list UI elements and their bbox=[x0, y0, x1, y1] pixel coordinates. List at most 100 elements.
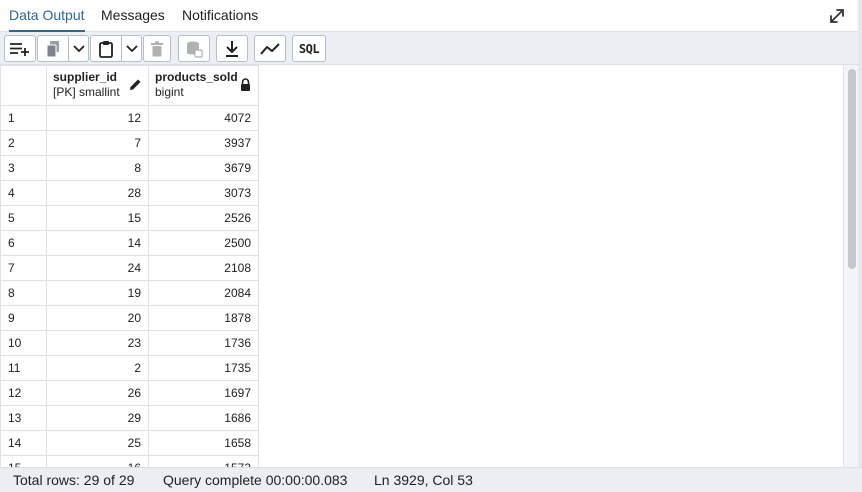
tab-messages[interactable]: Messages bbox=[101, 0, 165, 32]
column-header-supplier-id[interactable]: supplier_id [PK] smallint bbox=[46, 65, 149, 106]
supplier-id-cell[interactable]: 25 bbox=[46, 430, 149, 456]
products-sold-cell[interactable]: 1735 bbox=[148, 355, 259, 381]
products-sold-cell[interactable]: 1686 bbox=[148, 405, 259, 431]
data-toolbar: SQL bbox=[0, 32, 862, 65]
table-row[interactable]: 14 25 1658 bbox=[0, 430, 259, 456]
supplier-id-cell[interactable]: 16 bbox=[46, 455, 149, 467]
row-number-cell[interactable]: 15 bbox=[0, 455, 47, 467]
table-row[interactable]: 13 29 1686 bbox=[0, 405, 259, 431]
row-number-cell[interactable]: 6 bbox=[0, 230, 47, 256]
result-table: supplier_id [PK] smallint products_sold … bbox=[0, 65, 259, 467]
supplier-id-cell[interactable]: 7 bbox=[46, 130, 149, 156]
copy-button-group bbox=[37, 35, 89, 62]
save-data-button[interactable] bbox=[178, 35, 210, 62]
copy-button[interactable] bbox=[37, 35, 69, 62]
row-number-header[interactable] bbox=[0, 65, 47, 106]
row-number-cell[interactable]: 8 bbox=[0, 280, 47, 306]
scrollbar-thumb[interactable] bbox=[848, 69, 856, 269]
table-row[interactable]: 4 28 3073 bbox=[0, 180, 259, 206]
data-grid: supplier_id [PK] smallint products_sold … bbox=[0, 65, 843, 467]
tab-notifications[interactable]: Notifications bbox=[182, 0, 258, 32]
products-sold-cell[interactable]: 1658 bbox=[148, 430, 259, 456]
table-row[interactable]: 5 15 2526 bbox=[0, 205, 259, 231]
products-sold-cell[interactable]: 3073 bbox=[148, 180, 259, 206]
row-number-cell[interactable]: 7 bbox=[0, 255, 47, 281]
status-bar: Total rows: 29 of 29 Query complete 00:0… bbox=[0, 467, 862, 492]
supplier-id-cell[interactable]: 12 bbox=[46, 105, 149, 131]
graph-visualiser-button[interactable] bbox=[254, 35, 286, 62]
products-sold-cell[interactable]: 3679 bbox=[148, 155, 259, 181]
products-sold-cell[interactable]: 1573 bbox=[148, 455, 259, 467]
supplier-id-cell[interactable]: 8 bbox=[46, 155, 149, 181]
products-sold-cell[interactable]: 2084 bbox=[148, 280, 259, 306]
supplier-id-cell[interactable]: 24 bbox=[46, 255, 149, 281]
row-number-cell[interactable]: 11 bbox=[0, 355, 47, 381]
table-row[interactable]: 11 2 1735 bbox=[0, 355, 259, 381]
header-row: supplier_id [PK] smallint products_sold … bbox=[0, 65, 259, 106]
row-number-cell[interactable]: 14 bbox=[0, 430, 47, 456]
row-number-cell[interactable]: 2 bbox=[0, 130, 47, 156]
table-row[interactable]: 3 8 3679 bbox=[0, 155, 259, 181]
products-sold-cell[interactable]: 2108 bbox=[148, 255, 259, 281]
paste-button[interactable] bbox=[90, 35, 122, 62]
copy-options-dropdown[interactable] bbox=[69, 35, 89, 62]
products-sold-cell[interactable]: 1736 bbox=[148, 330, 259, 356]
table-body: 1 12 4072 2 7 3937 3 8 3679 4 28 3073 5 15 2526 6 14 2500… bbox=[0, 105, 259, 467]
sql-label: SQL bbox=[298, 41, 320, 56]
table-row[interactable]: 1 12 4072 bbox=[0, 105, 259, 131]
row-number-cell[interactable]: 1 bbox=[0, 105, 47, 131]
expand-icon[interactable] bbox=[828, 7, 846, 25]
chevron-down-icon bbox=[72, 44, 85, 52]
table-row[interactable]: 9 20 1878 bbox=[0, 305, 259, 331]
products-sold-cell[interactable]: 2526 bbox=[148, 205, 259, 231]
products-sold-cell[interactable]: 3937 bbox=[148, 130, 259, 156]
add-row-icon bbox=[10, 42, 29, 56]
row-number-cell[interactable]: 13 bbox=[0, 405, 47, 431]
products-sold-cell[interactable]: 4072 bbox=[148, 105, 259, 131]
products-sold-cell[interactable]: 1878 bbox=[148, 305, 259, 331]
table-row[interactable]: 10 23 1736 bbox=[0, 330, 259, 356]
paste-icon bbox=[99, 40, 113, 58]
supplier-id-cell[interactable]: 14 bbox=[46, 230, 149, 256]
paste-options-dropdown[interactable] bbox=[122, 35, 142, 62]
table-row[interactable]: 12 26 1697 bbox=[0, 380, 259, 406]
cursor-position: Ln 3929, Col 53 bbox=[374, 472, 473, 488]
row-number-cell[interactable]: 10 bbox=[0, 330, 47, 356]
supplier-id-cell[interactable]: 15 bbox=[46, 205, 149, 231]
chevron-down-icon bbox=[125, 44, 138, 52]
row-number-cell[interactable]: 3 bbox=[0, 155, 47, 181]
products-sold-cell[interactable]: 2500 bbox=[148, 230, 259, 256]
column-type: bigint bbox=[155, 85, 184, 99]
pencil-icon bbox=[130, 79, 141, 90]
panel-edge bbox=[858, 0, 862, 492]
row-number-cell[interactable]: 5 bbox=[0, 205, 47, 231]
row-number-cell[interactable]: 12 bbox=[0, 380, 47, 406]
table-row[interactable]: 6 14 2500 bbox=[0, 230, 259, 256]
supplier-id-cell[interactable]: 26 bbox=[46, 380, 149, 406]
table-row[interactable]: 8 19 2084 bbox=[0, 280, 259, 306]
supplier-id-cell[interactable]: 28 bbox=[46, 180, 149, 206]
supplier-id-cell[interactable]: 23 bbox=[46, 330, 149, 356]
table-row[interactable]: 7 24 2108 bbox=[0, 255, 259, 281]
table-row[interactable]: 2 7 3937 bbox=[0, 130, 259, 156]
supplier-id-cell[interactable]: 2 bbox=[46, 355, 149, 381]
table-row[interactable]: 15161573 bbox=[0, 455, 259, 467]
delete-row-button[interactable] bbox=[143, 35, 171, 62]
row-number-cell[interactable]: 4 bbox=[0, 180, 47, 206]
supplier-id-cell[interactable]: 20 bbox=[46, 305, 149, 331]
supplier-id-cell[interactable]: 19 bbox=[46, 280, 149, 306]
paste-button-group bbox=[90, 35, 142, 62]
column-header-products-sold[interactable]: products_sold bigint bbox=[148, 65, 259, 106]
column-name: products_sold bbox=[155, 70, 238, 84]
supplier-id-cell[interactable]: 29 bbox=[46, 405, 149, 431]
sql-button[interactable]: SQL bbox=[292, 35, 326, 62]
lock-icon bbox=[241, 78, 250, 91]
result-tabs: Data Output Messages Notifications bbox=[0, 0, 862, 32]
query-status: Query complete 00:00:00.083 bbox=[163, 472, 348, 488]
add-row-button[interactable] bbox=[4, 35, 36, 62]
download-button[interactable] bbox=[216, 35, 248, 62]
products-sold-cell[interactable]: 1697 bbox=[148, 380, 259, 406]
copy-icon bbox=[46, 40, 59, 57]
tab-data-output[interactable]: Data Output bbox=[9, 0, 85, 32]
row-number-cell[interactable]: 9 bbox=[0, 305, 47, 331]
